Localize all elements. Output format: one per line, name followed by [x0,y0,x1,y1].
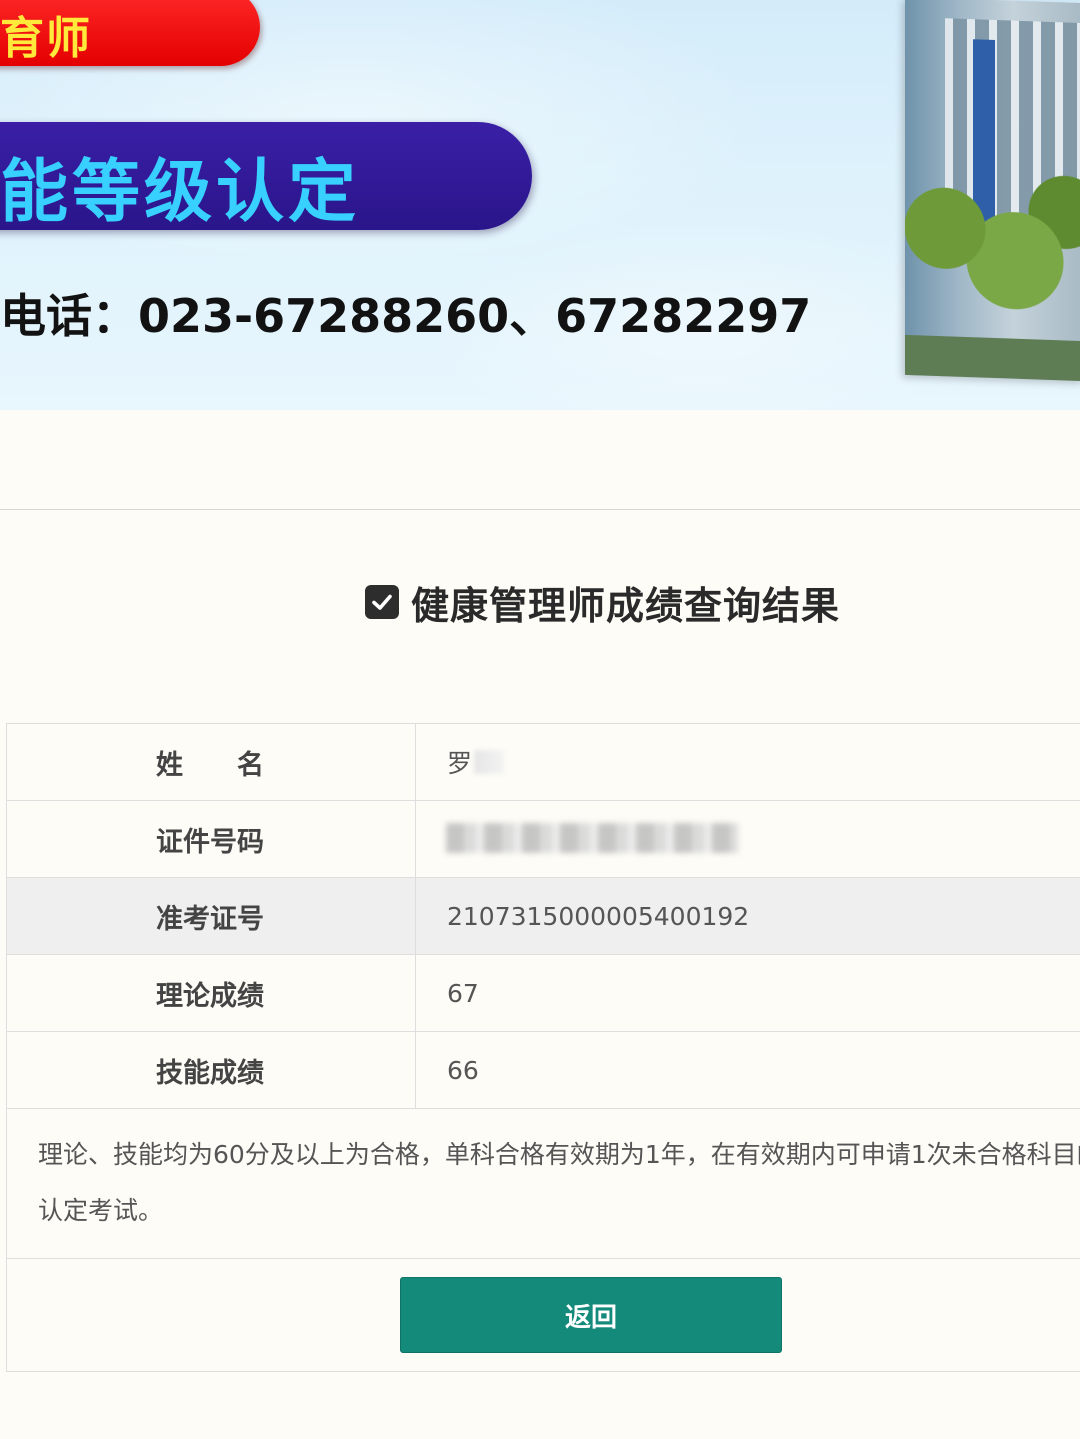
table-row-theory-score: 理论成绩 67 [7,955,1080,1032]
table-row-id-number: 证件号码 [7,801,1080,878]
header-banner: 育师 能等级认定 电话：023-67288260、67282297 [0,0,1080,410]
check-square-icon [365,585,399,619]
results-table: 姓 名 罗 证件号码 准考证号 2107315000005400192 理论成绩… [6,723,1080,1372]
skill-score-value: 66 [447,1055,479,1085]
purple-pill-label: 能等级认定 [0,153,361,232]
skill-score-label: 技能成绩 [7,1032,416,1108]
result-heading: 健康管理师成绩查询结果 [365,574,840,630]
building-image [905,0,1080,382]
back-button[interactable]: 返回 [400,1277,782,1353]
pass-criteria-note: 理论、技能均为60分及以上为合格，单科合格有效期为1年，在有效期内可申请1次未合… [38,1140,1080,1225]
table-row-name: 姓 名 罗 [7,724,1080,801]
id-number-label: 证件号码 [7,801,416,877]
name-label: 姓 名 [7,724,416,800]
admission-number-label: 准考证号 [7,878,416,954]
name-redaction [474,750,505,774]
theory-score-value: 67 [447,978,479,1008]
admission-number-value: 2107315000005400192 [447,901,750,931]
building-trees [905,146,1080,354]
id-number-value [416,801,1080,877]
actions-row: 返回 [7,1259,1080,1372]
page-title: 健康管理师成绩查询结果 [411,583,841,628]
table-row-skill-score: 技能成绩 66 [7,1032,1080,1109]
section-divider [0,509,1080,510]
id-number-redaction [446,823,738,853]
table-row-admission-number: 准考证号 2107315000005400192 [7,878,1080,955]
phone-line: 电话：023-67288260、67282297 [0,289,812,343]
red-pill-label: 育师 [0,13,92,64]
name-value: 罗 [416,724,1080,800]
name-value-text: 罗 [447,749,473,778]
theory-score-label: 理论成绩 [7,955,416,1031]
building-ground [905,334,1080,382]
notes-row: 理论、技能均为60分及以上为合格，单科合格有效期为1年，在有效期内可申请1次未合… [7,1109,1080,1259]
